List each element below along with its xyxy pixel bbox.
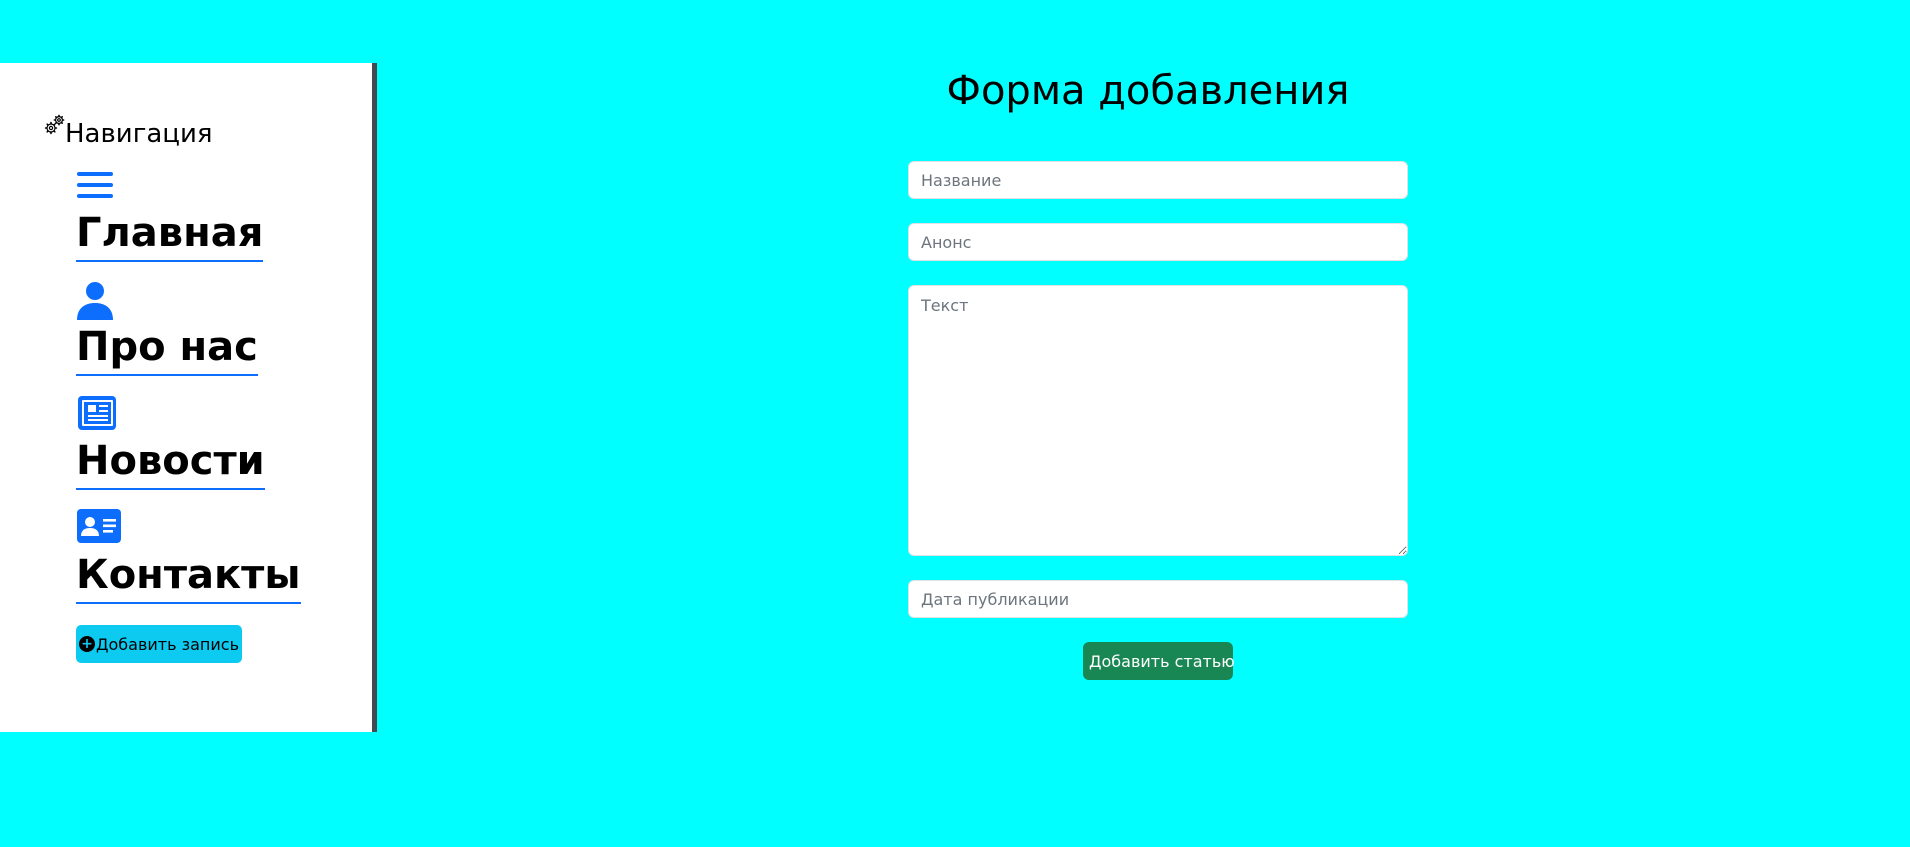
nav-item-label: Главная xyxy=(76,206,264,262)
newspaper-icon xyxy=(76,394,120,434)
add-record-label: Добавить запись xyxy=(95,634,240,654)
add-record-button[interactable]: + Добавить запись xyxy=(76,625,242,663)
nav-item-about[interactable]: Про нас xyxy=(76,280,356,394)
add-article-button[interactable]: Добавить статью xyxy=(1083,642,1235,680)
gears-icon xyxy=(44,114,65,136)
nav-item-contacts[interactable]: Контакты xyxy=(76,508,356,622)
plus-circle-icon: + xyxy=(78,636,95,652)
announce-input[interactable] xyxy=(908,223,1408,261)
nav-item-label: Про нас xyxy=(76,320,258,376)
form-title: Форма добавления xyxy=(946,68,1350,114)
text-textarea[interactable] xyxy=(908,285,1408,556)
nav-item-home[interactable]: Главная xyxy=(76,166,356,280)
nav-item-label: Новости xyxy=(76,434,265,490)
nav-list: Главная Про нас Новости Контакты xyxy=(76,166,356,622)
nav-item-label: Контакты xyxy=(76,548,301,604)
title-input[interactable] xyxy=(908,161,1408,199)
person-vcard-icon xyxy=(76,508,121,548)
sidebar: Навигация Главная Про нас Новости Контак… xyxy=(0,63,377,732)
hamburger-icon xyxy=(76,166,120,206)
page: Навигация Главная Про нас Новости Контак… xyxy=(0,0,1910,847)
person-icon xyxy=(76,280,120,320)
nav-heading-title: Навигация xyxy=(65,119,213,149)
nav-item-news[interactable]: Новости xyxy=(76,394,356,508)
publish-date-input[interactable] xyxy=(908,580,1408,618)
nav-heading: Навигация xyxy=(44,113,213,149)
